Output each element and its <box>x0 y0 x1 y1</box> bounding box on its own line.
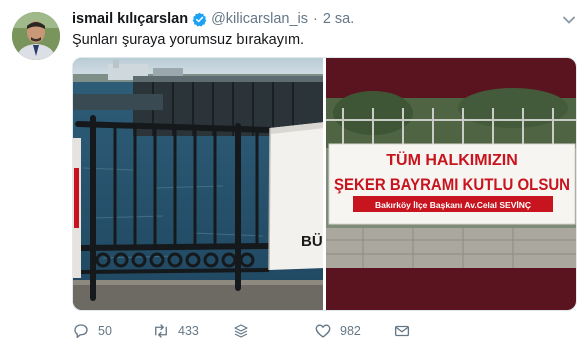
tweet-actions: 50 433 982 <box>72 320 577 342</box>
reply-icon <box>74 324 88 339</box>
banner-line1: TÜM HALKIMIZIN <box>386 150 518 169</box>
separator-dot: · <box>313 11 318 27</box>
author-handle[interactable]: @kilicarslan_is <box>211 11 308 27</box>
tweet-timestamp[interactable]: 2 sa. <box>323 11 354 27</box>
tweet-header: ismail kılıçarslan @kilicarslan_is · 2 s… <box>72 10 354 28</box>
tweet-media[interactable]: BÜ TÜM HALKIMIZIN ŞEKER BAYRAMI KUTLU OL… <box>72 57 577 311</box>
stack-icon <box>234 324 248 338</box>
mail-icon <box>394 325 410 337</box>
reply-count: 50 <box>98 324 112 338</box>
author-name[interactable]: ismail kılıçarslan <box>72 11 188 27</box>
tweet: ismail kılıçarslan @kilicarslan_is · 2 s… <box>0 0 588 346</box>
left-photo: BÜ <box>73 58 325 310</box>
left-banner-text: BÜ <box>301 233 323 250</box>
banner-line2: ŞEKER BAYRAMI KUTLU OLSUN <box>334 176 570 194</box>
verified-badge-icon <box>192 12 207 27</box>
retweet-button[interactable]: 433 <box>152 320 199 342</box>
tweet-text: Şunları şuraya yorumsuz bırakayım. <box>72 32 305 48</box>
media-collage: BÜ TÜM HALKIMIZIN ŞEKER BAYRAMI KUTLU OL… <box>73 58 576 310</box>
like-count: 982 <box>340 324 361 338</box>
layers-button[interactable] <box>232 320 250 342</box>
right-photo: TÜM HALKIMIZIN ŞEKER BAYRAMI KUTLU OLSUN… <box>325 58 576 310</box>
retweet-count: 433 <box>178 324 199 338</box>
avatar[interactable] <box>12 12 60 60</box>
reply-button[interactable]: 50 <box>72 320 112 342</box>
banner-signature: Bakırköy İlçe Başkanı Av.Celal SEVİNÇ <box>375 200 531 210</box>
heart-icon <box>315 324 331 338</box>
avatar-photo <box>12 12 60 60</box>
retweet-icon <box>155 324 167 338</box>
like-button[interactable]: 982 <box>314 320 361 342</box>
direct-message-button[interactable] <box>393 320 411 342</box>
chevron-down-icon[interactable] <box>562 12 576 24</box>
